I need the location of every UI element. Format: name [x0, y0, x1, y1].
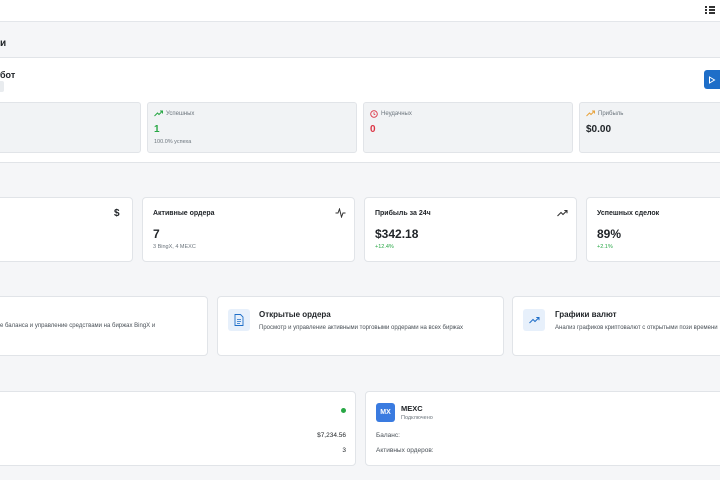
metric-card-balance	[0, 197, 133, 262]
stat-failed-value: 0	[370, 124, 376, 135]
activity-icon	[335, 208, 346, 218]
mexc-balance-label: Баланс:	[376, 432, 400, 439]
metric-profit-title: Прибыль за 24ч	[375, 210, 431, 217]
stat-profit-value: $0.00	[586, 124, 612, 135]
metric-active-orders-sub: 3 BingX, 4 MEXC	[153, 244, 196, 250]
document-icon	[228, 309, 250, 331]
exchange-card-bingx	[0, 391, 356, 466]
bot-status-badge	[0, 81, 4, 92]
feature-charts-title: Графики валют	[555, 310, 617, 319]
mexc-logo: MX	[376, 403, 395, 422]
feature-open-orders-desc: Просмотр и управление активными торговым…	[259, 325, 464, 331]
play-icon	[709, 75, 716, 84]
metric-success-title: Успешных сделок	[597, 210, 660, 217]
metric-success-value: 89%	[597, 227, 622, 241]
metric-profit-sub: +12.4%	[375, 244, 394, 250]
trend-up-icon	[154, 110, 163, 117]
bot-title: бот	[0, 70, 16, 80]
metric-success-sub: +2.1%	[597, 244, 613, 250]
stat-profit-label: Прибыль	[586, 110, 623, 117]
dollar-icon: $	[114, 208, 120, 219]
exchange-card-mexc	[365, 391, 720, 466]
stat-failed-label: Неудачных	[370, 110, 412, 118]
metric-profit-value: $342.18	[375, 227, 419, 241]
trend-up-icon	[586, 110, 595, 117]
metric-card-active-orders	[142, 197, 355, 262]
stat-success-value: 1	[154, 124, 160, 135]
metric-active-orders-value: 7	[153, 227, 160, 241]
trend-up-icon	[557, 209, 568, 217]
top-bar	[0, 0, 720, 22]
stat-success-sub: 100.0% успеха	[154, 139, 192, 145]
bingx-balance-value: $7,234.56	[317, 432, 346, 439]
bingx-orders-value: 3	[342, 447, 346, 454]
clock-icon	[370, 110, 378, 118]
stat-success-label: Успешных	[154, 110, 194, 117]
mexc-status: Подключено	[401, 415, 433, 421]
status-dot	[341, 408, 346, 413]
mexc-name: MEXC	[401, 404, 423, 413]
mexc-orders-label: Активных ордеров:	[376, 447, 434, 454]
chart-trend-icon	[523, 309, 545, 331]
feature-open-orders-title: Открытые ордера	[259, 310, 331, 319]
start-bot-button[interactable]	[704, 70, 720, 89]
feature-balance-desc: е баланса и управление средствами на бир…	[0, 323, 156, 329]
metric-active-orders-title: Активные ордера	[153, 210, 215, 217]
stat-total	[0, 102, 141, 153]
grid-icon[interactable]	[704, 4, 716, 16]
page-title: и	[0, 38, 7, 49]
feature-charts-desc: Анализ графиков криптовалют с открытыми …	[555, 325, 718, 331]
